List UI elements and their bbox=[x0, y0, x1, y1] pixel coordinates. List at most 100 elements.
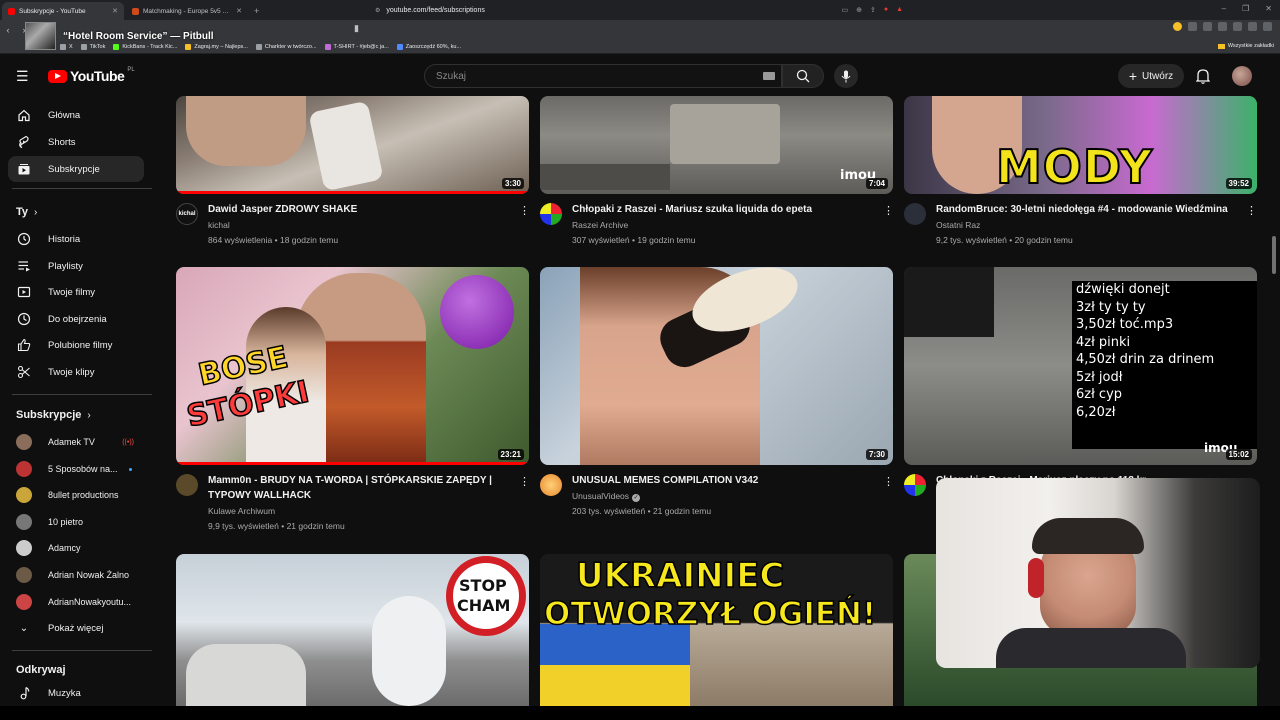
video-title[interactable]: Chłopaki z Raszei - Mariusz szuka liquid… bbox=[572, 202, 872, 217]
sidebar-item-playlists[interactable]: Playlisty bbox=[8, 253, 144, 279]
browser-tab-youtube[interactable]: Subskrypcje - YouTube ✕ bbox=[2, 2, 124, 20]
sidebar-item-label: Subskrypcje bbox=[48, 163, 100, 175]
channel-avatar[interactable] bbox=[540, 203, 562, 225]
extension-icon[interactable] bbox=[1173, 22, 1182, 31]
channel-name-row[interactable]: UnusualVideos ✓ bbox=[572, 491, 641, 502]
channel-avatar[interactable] bbox=[904, 474, 926, 496]
shorts-icon bbox=[16, 134, 32, 150]
video-thumbnail[interactable]: UKRAINIEC OTWORZYŁ OGIEŃ! bbox=[540, 554, 893, 706]
channel-avatar[interactable]: kichal bbox=[176, 203, 198, 225]
browser-tab-matchmaking[interactable]: Matchmaking - Europe 5v5 Queue - ... ✕ bbox=[126, 2, 248, 20]
channel-avatar[interactable] bbox=[540, 474, 562, 496]
sidebar-item-watch-later[interactable]: Do obejrzenia bbox=[8, 306, 144, 332]
minimize-icon[interactable]: – bbox=[1222, 4, 1226, 13]
close-tab-icon[interactable]: ✕ bbox=[112, 7, 118, 15]
share-icon[interactable]: ⇪ bbox=[870, 6, 876, 14]
new-tab-icon[interactable]: + bbox=[254, 2, 259, 20]
zoom-icon[interactable]: ⊕ bbox=[856, 6, 862, 14]
channel-name: AdrianNowakyoutu... bbox=[48, 597, 132, 607]
sidebar-channel-8ullet[interactable]: 8ullet productions bbox=[8, 482, 144, 508]
video-thumbnail[interactable]: BOSE STÓPKI 23:21 bbox=[176, 267, 529, 465]
video-title[interactable]: UNUSUAL MEMES COMPILATION V342 bbox=[572, 473, 872, 488]
hamburger-menu-icon[interactable]: ☰ bbox=[16, 68, 29, 85]
sidebar-item-clips[interactable]: Twoje klipy bbox=[8, 359, 144, 385]
url-field[interactable]: ⚙ youtube.com/feed/subscriptions ▭ ⊕ ⇪ ●… bbox=[367, 3, 909, 17]
more-actions-icon[interactable]: ⋮ bbox=[519, 475, 530, 488]
sidebar-channel-5-sposobow[interactable]: 5 Sposobów na... bbox=[8, 456, 144, 482]
sidebar-channel-adamek-tv[interactable]: Adamek TV ((•)) bbox=[8, 429, 144, 455]
channel-name[interactable]: Ostatni Raz bbox=[936, 220, 980, 230]
menu-icon[interactable] bbox=[1263, 22, 1272, 31]
view-count: 203 tys. wyświetleń bbox=[572, 506, 646, 516]
youtube-logo[interactable]: YouTube PL bbox=[48, 67, 135, 84]
sidebar-channel-adriannowak[interactable]: AdrianNowakyoutu... bbox=[8, 589, 144, 615]
sidebar-channel-10-pietro[interactable]: 10 pietro bbox=[8, 509, 144, 535]
maximize-icon[interactable]: ❐ bbox=[1242, 4, 1249, 13]
video-title[interactable]: RandomBruce: 30-letni niedołęga #4 - mod… bbox=[936, 202, 1246, 217]
donate-line: 6,20zł bbox=[1076, 404, 1116, 420]
sidebar-channel-adrian-nowak[interactable]: Adrian Nowak Żalno bbox=[8, 562, 144, 588]
channel-avatar[interactable] bbox=[176, 474, 198, 496]
profile-icon[interactable] bbox=[1248, 22, 1257, 31]
close-window-icon[interactable]: ✕ bbox=[1265, 4, 1272, 13]
channel-name[interactable]: Kulawe Archiwum bbox=[208, 506, 275, 516]
more-actions-icon[interactable]: ⋮ bbox=[519, 204, 530, 217]
warning-icon[interactable]: ▲ bbox=[896, 6, 903, 14]
bookmark-tshirt[interactable]: T-SHIRT - #jeb@c ja... bbox=[324, 43, 389, 50]
you-section-header[interactable]: Ty › bbox=[16, 206, 37, 218]
more-actions-icon[interactable]: ⋮ bbox=[883, 475, 894, 488]
create-button[interactable]: + Utwórz bbox=[1118, 64, 1184, 88]
video-title[interactable]: Dawid Jasper ZDROWY SHAKE bbox=[208, 202, 508, 217]
video-thumbnail[interactable]: STOP CHAM bbox=[176, 554, 529, 706]
video-title[interactable]: Mamm0n - BRUDY NA T-WORDA | STÓPKARSKIE … bbox=[208, 473, 508, 503]
channel-name[interactable]: Raszei Archive bbox=[572, 220, 628, 230]
sidebar-item-your-videos[interactable]: Twoje filmy bbox=[8, 279, 144, 305]
video-thumbnail[interactable]: dźwięki donejt 3zł ty ty ty 3,50zł toć.m… bbox=[904, 267, 1257, 465]
bookmark-charakter[interactable]: Charkter w twórczo... bbox=[255, 43, 317, 50]
channel-avatar[interactable] bbox=[904, 203, 926, 225]
upload-age: 20 godzin temu bbox=[1014, 235, 1073, 245]
back-icon[interactable]: ‹ bbox=[0, 25, 16, 35]
subscriptions-section-header[interactable]: Subskrypcje › bbox=[16, 409, 91, 421]
all-bookmarks[interactable]: Wszystkie zakładki bbox=[1217, 43, 1274, 49]
channel-name[interactable]: kichal bbox=[208, 220, 230, 230]
site-info-icon[interactable]: ⚙ bbox=[375, 7, 380, 14]
video-thumbnail[interactable]: 7:30 bbox=[540, 267, 893, 465]
keyboard-icon[interactable] bbox=[763, 72, 775, 80]
sidebar-item-shorts[interactable]: Shorts bbox=[8, 129, 144, 155]
all-bookmarks-label: Wszystkie zakładki bbox=[1227, 43, 1274, 49]
extension-icon[interactable] bbox=[1218, 22, 1227, 31]
extension-icon[interactable] bbox=[1203, 22, 1212, 31]
extension-icon[interactable] bbox=[1233, 22, 1242, 31]
voice-search-button[interactable] bbox=[834, 64, 858, 88]
page-scrollbar[interactable] bbox=[1272, 236, 1276, 274]
scissors-icon bbox=[16, 364, 32, 380]
bookmark-page-icon[interactable]: ▮ bbox=[354, 23, 359, 34]
more-actions-icon[interactable]: ⋮ bbox=[1246, 204, 1257, 217]
sidebar-item-label: Pokaż więcej bbox=[48, 622, 104, 634]
view-count: 864 wyświetlenia bbox=[208, 235, 273, 245]
sidebar-item-liked[interactable]: Polubione filmy bbox=[8, 332, 144, 358]
close-tab-icon[interactable]: ✕ bbox=[236, 7, 242, 15]
video-thumbnail[interactable]: imou 7:04 bbox=[540, 96, 893, 194]
sidebar-item-music[interactable]: Muzyka bbox=[8, 680, 144, 706]
video-thumbnail[interactable]: MODY 39:52 bbox=[904, 96, 1257, 194]
section-title: Ty bbox=[16, 206, 29, 218]
search-input[interactable]: Szukaj bbox=[424, 64, 782, 88]
sidebar-item-home[interactable]: Główna bbox=[8, 102, 144, 128]
bookmark-zaoszczedz[interactable]: Zaoszczędź 60%, ku... bbox=[396, 43, 461, 50]
video-meta: 9,2 tys. wyświetleń • 20 godzin temu bbox=[936, 235, 1073, 245]
cast-icon[interactable]: ▭ bbox=[841, 6, 848, 14]
sidebar-channel-adamcy[interactable]: Adamcy bbox=[8, 535, 144, 561]
extension-icon[interactable] bbox=[1188, 22, 1197, 31]
account-avatar[interactable] bbox=[1232, 66, 1252, 86]
video-thumbnail[interactable]: 3:30 bbox=[176, 96, 529, 194]
extension-red-icon[interactable]: ● bbox=[884, 6, 888, 14]
sidebar-show-more[interactable]: ⌄ Pokaż więcej bbox=[8, 615, 144, 641]
sidebar-item-history[interactable]: Historia bbox=[8, 226, 144, 252]
more-actions-icon[interactable]: ⋮ bbox=[883, 204, 894, 217]
live-indicator-icon: ((•)) bbox=[122, 438, 134, 446]
notifications-bell-icon[interactable] bbox=[1196, 68, 1210, 84]
sidebar-item-subscriptions[interactable]: Subskrypcje bbox=[8, 156, 144, 182]
search-button[interactable] bbox=[782, 64, 824, 88]
